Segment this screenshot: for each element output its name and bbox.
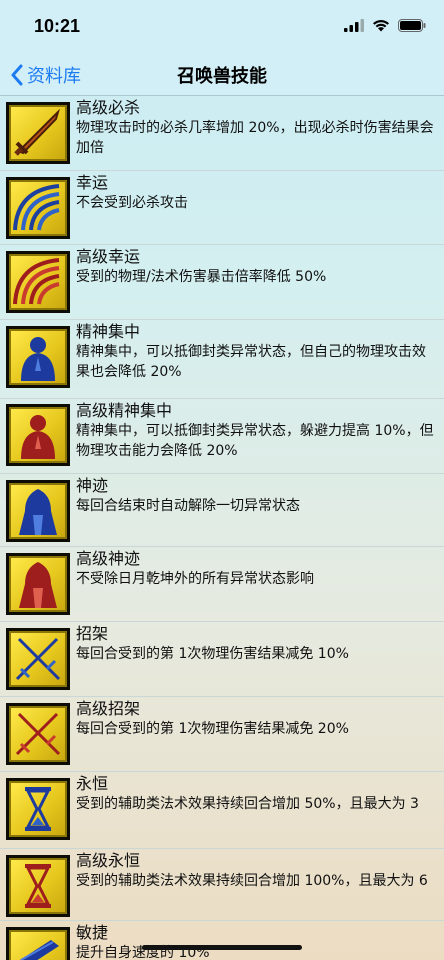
skill-icon-frame xyxy=(6,326,70,388)
blue-hooded-figure-icon xyxy=(19,489,57,535)
red-hooded-figure-icon xyxy=(19,562,57,608)
blue-rainbow-icon xyxy=(13,184,60,231)
skill-icon-frame xyxy=(6,102,70,164)
red-hourglass-icon xyxy=(25,864,51,908)
skill-row-high-critical[interactable]: 高级必杀 物理攻击时的必杀几率增加 20%，出现必杀时伤害结果会加倍 xyxy=(0,96,444,171)
cellular-signal-icon xyxy=(344,19,364,32)
skill-description: 受到的辅助类法术效果持续回合增加 100%，且最大为 6 xyxy=(76,873,428,889)
skill-description: 精神集中，可以抵御封类异常状态，但自己的物理攻击效果也会降低 20% xyxy=(76,344,426,380)
skill-icon-frame xyxy=(6,703,70,765)
skill-row-high-eternity[interactable]: 高级永恒 受到的辅助类法术效果持续回合增加 100%，且最大为 6 xyxy=(0,849,444,921)
skill-row-eternity[interactable]: 永恒 受到的辅助类法术效果持续回合增加 50%，且最大为 3 xyxy=(0,772,444,849)
skill-name: 高级招架 xyxy=(76,699,141,718)
skill-description: 受到的物理/法术伤害暴击倍率降低 50% xyxy=(76,269,327,285)
blue-hourglass-icon xyxy=(25,787,51,831)
skill-description: 物理攻击时的必杀几率增加 20%，出现必杀时伤害结果会加倍 xyxy=(76,120,434,156)
skill-description: 不会受到必杀攻击 xyxy=(76,195,188,211)
skill-row-high-concentration[interactable]: 高级精神集中 精神集中，可以抵御封类异常状态，躲避力提高 10%，但物理攻击能力… xyxy=(0,399,444,474)
skill-name: 高级永恒 xyxy=(76,851,141,870)
skill-icon-frame xyxy=(6,855,70,917)
skill-row-high-miracle[interactable]: 高级神迹 不受除日月乾坤外的所有异常状态影响 xyxy=(0,547,444,622)
skill-row-agility[interactable]: 敏捷 提升自身速度的 10% xyxy=(0,921,444,960)
skill-name: 精神集中 xyxy=(76,322,141,341)
skill-name: 敏捷 xyxy=(76,923,109,942)
skill-name: 招架 xyxy=(76,624,109,643)
skill-icon-frame xyxy=(6,404,70,466)
page-title: 召唤兽技能 xyxy=(177,66,267,87)
skill-row-luck[interactable]: 幸运 不会受到必杀攻击 xyxy=(0,171,444,245)
home-indicator[interactable] xyxy=(142,945,302,950)
skill-row-high-luck[interactable]: 高级幸运 受到的物理/法术伤害暴击倍率降低 50% xyxy=(0,245,444,320)
skill-row-concentration[interactable]: 精神集中 精神集中，可以抵御封类异常状态，但自己的物理攻击效果也会降低 20% xyxy=(0,320,444,399)
feather-icon xyxy=(20,940,59,960)
status-bar: 10:21 xyxy=(0,0,444,54)
sword-icon xyxy=(14,108,61,156)
status-time: 10:21 xyxy=(34,16,81,36)
skill-description: 每回合受到的第 1次物理伤害结果减免 10% xyxy=(76,646,349,662)
skill-name: 高级精神集中 xyxy=(76,401,173,420)
skill-icon-frame xyxy=(6,927,70,960)
skill-list: 高级必杀 物理攻击时的必杀几率增加 20%，出现必杀时伤害结果会加倍 幸运 不会… xyxy=(0,96,444,960)
skill-name: 高级神迹 xyxy=(76,549,141,568)
skill-name: 神迹 xyxy=(76,476,109,495)
skill-row-high-parry[interactable]: 高级招架 每回合受到的第 1次物理伤害结果减免 20% xyxy=(0,697,444,772)
skill-description: 每回合受到的第 1次物理伤害结果减免 20% xyxy=(76,721,349,737)
skill-description: 每回合结束时自动解除一切异常状态 xyxy=(76,498,300,514)
skill-icon-frame xyxy=(6,778,70,840)
red-praying-figure-icon xyxy=(21,415,55,459)
skill-name: 高级幸运 xyxy=(76,247,141,266)
skill-icon-frame xyxy=(6,251,70,313)
skill-name: 高级必杀 xyxy=(76,98,141,117)
navigation-bar: 资料库 召唤兽技能 xyxy=(0,54,444,96)
blue-praying-figure-icon xyxy=(21,337,55,381)
status-icons xyxy=(344,19,426,32)
skill-icon-frame xyxy=(6,480,70,542)
skill-icon-frame xyxy=(6,553,70,615)
skill-description: 受到的辅助类法术效果持续回合增加 50%，且最大为 3 xyxy=(76,796,419,812)
skill-name: 永恒 xyxy=(76,774,109,793)
skill-name: 幸运 xyxy=(76,173,109,192)
red-rainbow-icon xyxy=(13,258,60,305)
battery-icon xyxy=(398,19,426,32)
red-crossed-swords-icon xyxy=(15,712,61,756)
skill-description: 精神集中，可以抵御封类异常状态，躲避力提高 10%，但物理攻击能力会降低 20% xyxy=(76,423,434,459)
wifi-icon xyxy=(373,20,389,32)
skill-row-parry[interactable]: 招架 每回合受到的第 1次物理伤害结果减免 10% xyxy=(0,622,444,697)
skill-description: 不受除日月乾坤外的所有异常状态影响 xyxy=(76,571,314,587)
skill-row-miracle[interactable]: 神迹 每回合结束时自动解除一切异常状态 xyxy=(0,474,444,547)
blue-crossed-swords-icon xyxy=(15,637,61,681)
skill-icon-frame xyxy=(6,177,70,239)
skill-icon-frame xyxy=(6,628,70,690)
